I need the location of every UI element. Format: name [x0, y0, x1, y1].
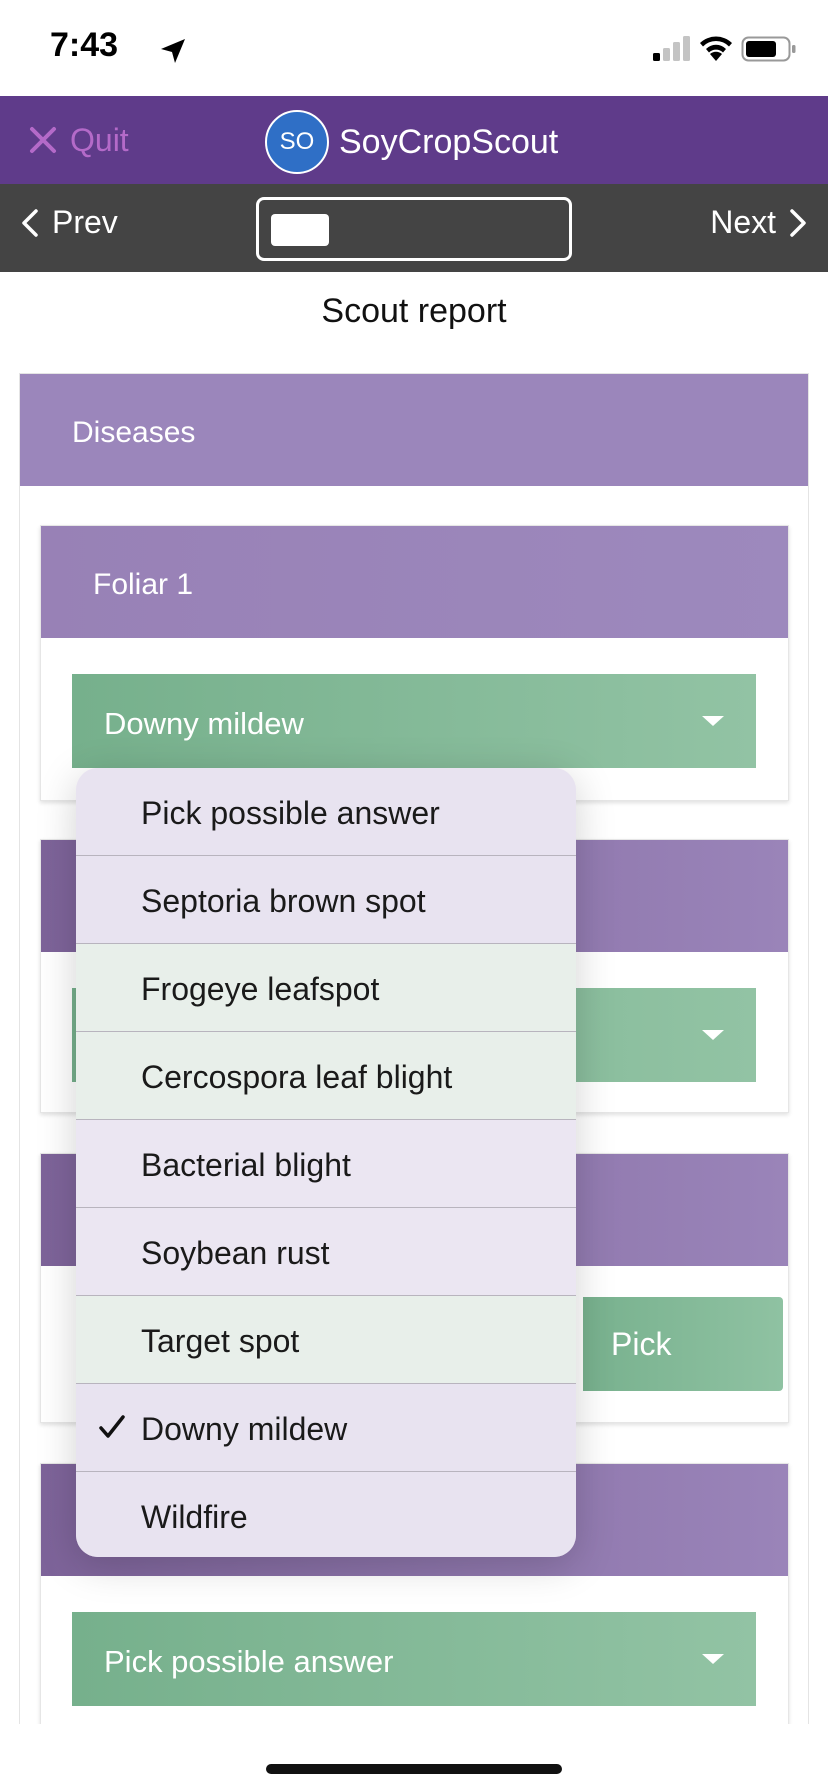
dropdown-option-selected[interactable]: Downy mildew [76, 1384, 576, 1472]
option-label: Frogeye leafspot [141, 971, 380, 1007]
dropdown-option[interactable]: Pick possible answer [76, 768, 576, 856]
dropdown-option[interactable]: Wildfire [76, 1472, 576, 1557]
dropdown-option[interactable]: Cercospora leaf blight [76, 1032, 576, 1120]
close-icon [30, 127, 56, 153]
option-label: Pick possible answer [141, 795, 440, 831]
caret-down-icon [702, 716, 724, 726]
next-label: Next [710, 204, 776, 240]
foliar-1-select[interactable]: Downy mildew [72, 674, 756, 768]
option-label: Cercospora leaf blight [141, 1059, 453, 1095]
quit-label: Quit [70, 121, 129, 158]
section-heading: Diseases [20, 374, 808, 486]
foliar-1-card: Foliar 1 Downy mildew [40, 525, 789, 801]
chevron-left-icon [22, 208, 38, 237]
caret-down-icon [702, 1654, 724, 1664]
answer-dropdown: Pick possible answer Septoria brown spot… [76, 768, 576, 1557]
location-arrow-icon [161, 39, 185, 63]
dropdown-option[interactable]: Soybean rust [76, 1208, 576, 1296]
card-heading: Foliar 1 [41, 526, 788, 638]
wifi-icon [700, 36, 732, 61]
select-value: Pick possible answer [104, 1644, 394, 1679]
option-label: Downy mildew [141, 1411, 348, 1447]
dropdown-option[interactable]: Frogeye leafspot [76, 944, 576, 1032]
next-button[interactable]: Next [710, 204, 808, 241]
quit-button[interactable]: Quit [28, 116, 129, 164]
home-indicator[interactable] [266, 1764, 562, 1774]
page-title: Scout report [321, 292, 507, 330]
option-label: Wildfire [141, 1499, 248, 1535]
pick-label: Pick [611, 1325, 672, 1362]
battery-icon [741, 36, 796, 62]
checkmark-icon [99, 1415, 125, 1438]
foliar-4-select[interactable]: Pick possible answer [72, 1612, 756, 1706]
status-bar: 7:43 [0, 0, 828, 96]
option-label: Bacterial blight [141, 1147, 351, 1183]
pick-button[interactable]: Pick [583, 1297, 783, 1391]
nav-bar: Prev Next [0, 184, 828, 272]
page-selector[interactable] [256, 197, 572, 261]
app-header: Quit SO SoyCropScout [0, 96, 828, 184]
chevron-right-icon [790, 208, 806, 237]
caret-down-icon [702, 1030, 724, 1040]
dropdown-option[interactable]: Target spot [76, 1296, 576, 1384]
bottom-area [0, 1724, 828, 1792]
prev-button[interactable]: Prev [20, 204, 118, 241]
dropdown-option[interactable]: Bacterial blight [76, 1120, 576, 1208]
option-label: Soybean rust [141, 1235, 330, 1271]
app-name: SoyCropScout [339, 122, 559, 161]
brand: SO SoyCropScout [265, 110, 558, 174]
select-value: Downy mildew [104, 706, 304, 741]
cellular-signal-icon [653, 36, 690, 61]
avatar: SO [265, 110, 329, 174]
status-time: 7:43 [50, 26, 119, 64]
page-chip [271, 214, 329, 246]
option-label: Septoria brown spot [141, 883, 426, 919]
option-label: Target spot [141, 1323, 300, 1359]
dropdown-option[interactable]: Septoria brown spot [76, 856, 576, 944]
prev-label: Prev [52, 204, 118, 240]
